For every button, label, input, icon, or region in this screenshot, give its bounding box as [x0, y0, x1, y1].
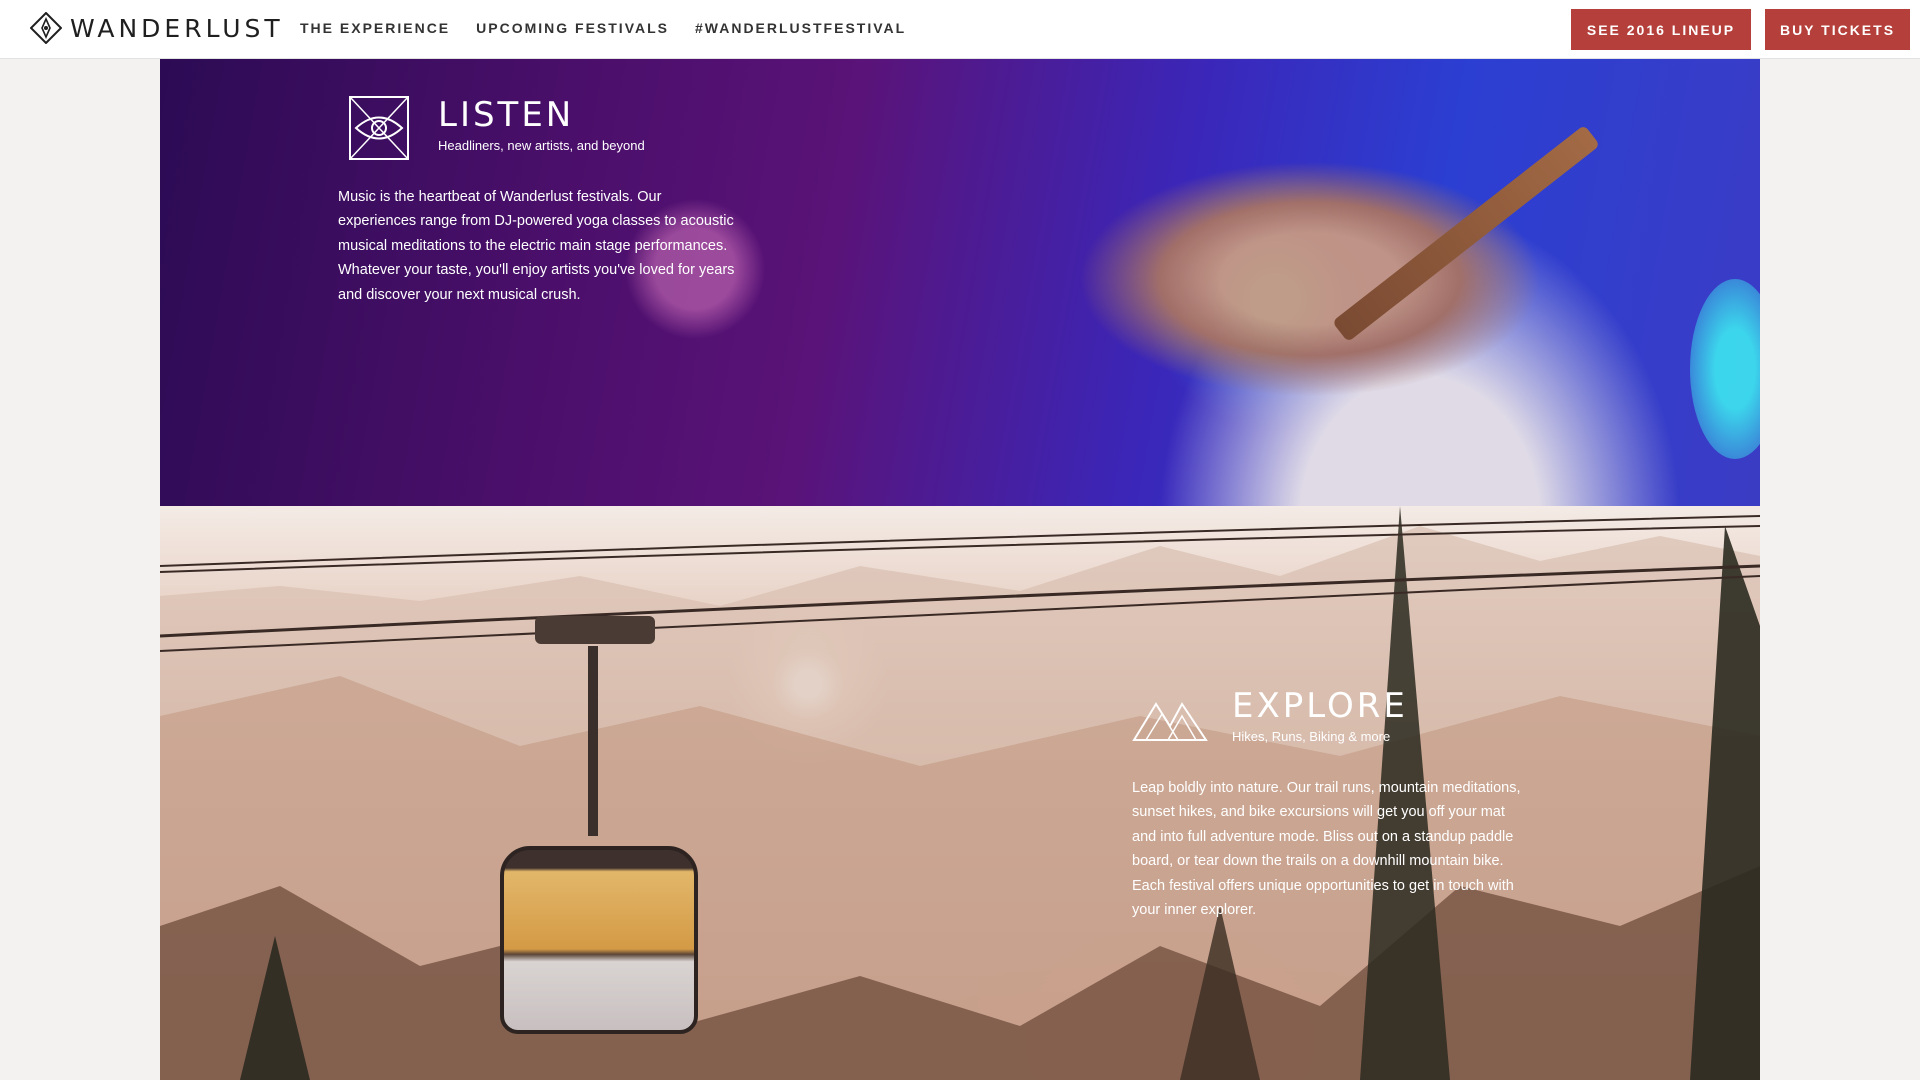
gondola-body: [500, 846, 698, 1034]
logo-text: WANDERLUST: [70, 13, 284, 43]
listen-section: LISTEN Headliners, new artists, and beyo…: [338, 95, 798, 365]
gondola-hanger: [588, 646, 598, 836]
listen-subtitle: Headliners, new artists, and beyond: [438, 138, 645, 153]
main-nav: THE EXPERIENCE UPCOMING FESTIVALS #WANDE…: [300, 20, 932, 36]
mountains-icon: [1132, 702, 1208, 741]
explore-section: EXPLORE Hikes, Runs, Biking & more Leap …: [1132, 686, 1562, 956]
logo-link[interactable]: WANDERLUST: [30, 12, 284, 44]
gondola-grip: [535, 616, 655, 644]
explore-subtitle: Hikes, Runs, Biking & more: [1232, 729, 1391, 744]
nav-upcoming-festivals[interactable]: UPCOMING FESTIVALS: [476, 20, 669, 36]
nav-wanderlust-festival-hashtag[interactable]: #WANDERLUSTFESTIVAL: [695, 20, 906, 36]
buy-tickets-button[interactable]: BUY TICKETS: [1765, 9, 1910, 50]
explore-description: Leap boldly into nature. Our trail runs,…: [1132, 780, 1521, 919]
nav-the-experience[interactable]: THE EXPERIENCE: [300, 20, 450, 36]
listen-title: LISTEN: [438, 95, 575, 135]
explore-title: EXPLORE: [1232, 686, 1408, 726]
listen-description: Music is the heartbeat of Wanderlust fes…: [338, 189, 735, 303]
gondola-cabin: [500, 616, 698, 1080]
explore-panel: EXPLORE Hikes, Runs, Biking & more Leap …: [160, 506, 1760, 1080]
eye-hexagon-icon: [349, 96, 409, 160]
compass-diamond-icon: [30, 12, 62, 44]
listen-panel: LISTEN Headliners, new artists, and beyo…: [160, 59, 1760, 506]
top-navigation-bar: WANDERLUST THE EXPERIENCE UPCOMING FESTI…: [0, 0, 1920, 59]
see-lineup-button[interactable]: SEE 2016 LINEUP: [1571, 9, 1751, 50]
